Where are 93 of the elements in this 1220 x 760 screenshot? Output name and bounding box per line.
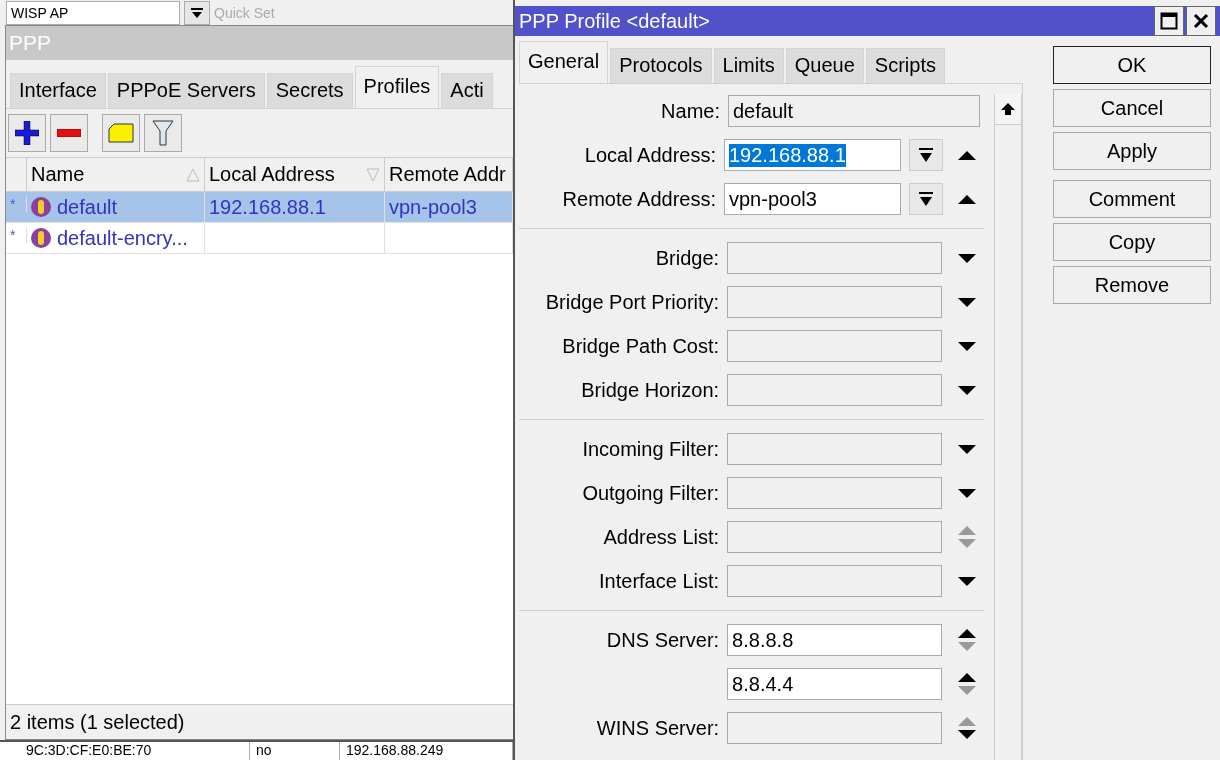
field-label: Name:: [660, 99, 720, 123]
up-arrow-icon: [957, 672, 978, 683]
collapse-icon: [957, 193, 978, 205]
dropdown-arrow-icon: [957, 252, 978, 264]
dropdown-arrow-icon: [957, 296, 978, 308]
dropdown-field[interactable]: [727, 286, 943, 318]
collapse-icon: [957, 149, 978, 161]
down-arrow-icon: [957, 685, 978, 696]
dropdown-arrow-icon: [957, 487, 978, 499]
dropdown-field[interactable]: [727, 565, 943, 597]
dialog-button[interactable]: Copy: [1053, 223, 1211, 261]
table-row[interactable]: * default 192.168.88.1 vpn-pool3: [6, 192, 513, 223]
dropdown-field[interactable]: [727, 477, 943, 509]
dialog-button[interactable]: Cancel: [1053, 89, 1211, 127]
tab[interactable]: Scripts: [865, 48, 945, 83]
text-field[interactable]: default: [728, 95, 980, 127]
field-label: Local Address:: [583, 143, 716, 167]
table-cell: default-encry...: [57, 226, 188, 250]
dropdown-arrow-icon: [957, 340, 978, 352]
dropdown-icon: [918, 147, 935, 163]
scrollbar[interactable]: [994, 94, 1022, 760]
dropdown-field[interactable]: [727, 374, 943, 406]
field-label: Remote Address:: [561, 187, 716, 211]
window-title: PPP Profile <default>: [519, 9, 710, 33]
dropdown-arrow-icon: [957, 384, 978, 396]
list-field[interactable]: [727, 712, 943, 744]
dialog-button[interactable]: OK: [1053, 46, 1211, 84]
dropdown-button[interactable]: [909, 139, 943, 171]
close-icon: [1193, 13, 1209, 29]
tab[interactable]: Secrets: [266, 73, 353, 108]
list-field[interactable]: [727, 521, 943, 553]
field-label: Address List:: [602, 525, 720, 549]
down-arrow-icon: [957, 538, 978, 549]
table-cell: 192.168.88.1: [209, 195, 326, 219]
toolbar-button[interactable]: [8, 114, 46, 152]
field-label: Interface List:: [598, 569, 720, 593]
dropdown-field[interactable]: WISP AP: [6, 0, 180, 25]
up-arrow-icon: [957, 628, 978, 639]
maximize-icon: [1160, 12, 1178, 30]
list-field[interactable]: 8.8.8.8: [727, 624, 943, 656]
dropdown-field[interactable]: [727, 242, 943, 274]
profile-icon: [31, 197, 51, 217]
tab[interactable]: Interface: [10, 73, 106, 108]
dropdown-field[interactable]: [727, 433, 943, 465]
dialog-button[interactable]: Apply: [1053, 132, 1211, 170]
dropdown-button[interactable]: [184, 0, 210, 25]
field-label: Bridge Horizon:: [580, 378, 720, 402]
field-label: Bridge Path Cost:: [561, 334, 720, 358]
up-arrow-icon: [957, 716, 978, 727]
maximize-button[interactable]: [1154, 6, 1184, 36]
table-row[interactable]: * default-encry...: [6, 223, 513, 254]
dialog-button[interactable]: Remove: [1053, 266, 1211, 304]
field-label: Bridge Port Priority:: [544, 290, 720, 314]
table-cell: default: [57, 195, 118, 219]
table-cell: vpn-pool3: [389, 195, 477, 219]
dropdown-field[interactable]: [727, 330, 943, 362]
filter-icon[interactable]: [152, 120, 174, 146]
tab[interactable]: Queue: [785, 48, 864, 83]
up-arrow-icon: [1000, 102, 1016, 116]
column-header[interactable]: Local Address: [205, 158, 385, 191]
scroll-up-button[interactable]: [995, 94, 1021, 125]
tab[interactable]: PPPoE Servers: [107, 73, 265, 108]
tab[interactable]: Profiles: [354, 66, 440, 108]
quick-set-label: Quick Set: [214, 4, 275, 21]
column-header[interactable]: Name: [27, 158, 205, 191]
dropdown-button[interactable]: [909, 183, 943, 215]
list-field[interactable]: 8.8.4.4: [727, 668, 943, 700]
close-button[interactable]: [1186, 6, 1216, 36]
field-label: Outgoing Filter:: [581, 481, 720, 505]
dropdown-arrow-icon: [957, 443, 978, 455]
toolbar-button[interactable]: [50, 114, 88, 152]
tab[interactable]: Limits: [713, 48, 784, 83]
tab[interactable]: Acti: [441, 73, 493, 108]
profile-icon: [31, 228, 51, 248]
field-label: DNS Server:: [605, 628, 720, 652]
dialog-button[interactable]: Comment: [1053, 180, 1211, 218]
dropdown-icon: [191, 7, 203, 18]
field-label: Bridge:: [654, 246, 720, 270]
dropdown-icon: [918, 191, 935, 207]
combo-field[interactable]: 192.168.88.1: [724, 139, 902, 171]
down-arrow-icon: [957, 641, 978, 652]
dropdown-arrow-icon: [957, 575, 978, 587]
table-cell: no: [250, 742, 340, 760]
field-label: Incoming Filter:: [581, 437, 720, 461]
add-icon[interactable]: [15, 121, 39, 145]
tab[interactable]: Protocols: [610, 48, 712, 83]
field-label: WINS Server:: [595, 716, 720, 740]
combo-field[interactable]: vpn-pool3: [724, 183, 902, 215]
table-cell: 9C:3D:CF:E0:BE:70: [20, 742, 250, 760]
up-arrow-icon: [957, 525, 978, 536]
tab[interactable]: General: [519, 41, 609, 83]
note-icon[interactable]: [108, 123, 134, 143]
down-arrow-icon: [957, 729, 978, 740]
